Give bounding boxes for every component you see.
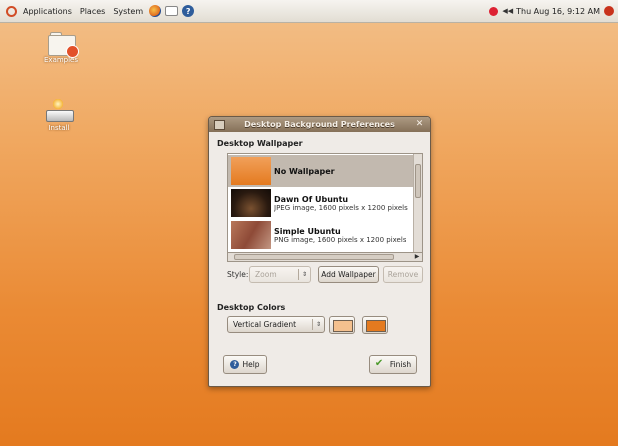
list-item[interactable]: Simple Ubuntu PNG image, 1600 pixels x 1… <box>228 219 414 251</box>
list-item[interactable]: Dawn Of Ubuntu JPEG image, 1600 pixels x… <box>228 187 414 219</box>
primary-color-swatch <box>333 320 353 332</box>
applications-menu[interactable]: Applications <box>19 7 76 16</box>
wallpaper-thumbnail <box>231 157 271 185</box>
horizontal-scrollbar[interactable]: ▶ <box>227 253 423 262</box>
wallpaper-name: Dawn Of Ubuntu <box>274 194 349 204</box>
desktop-icon-install[interactable]: Install <box>46 98 74 132</box>
scroll-right-icon[interactable]: ▶ <box>413 253 421 261</box>
wallpaper-heading: Desktop Wallpaper <box>217 139 303 148</box>
drive-icon <box>46 98 74 122</box>
desktop-icon-examples[interactable]: Examples <box>44 32 79 64</box>
wallpaper-info: PNG image, 1600 pixels x 1200 pixels <box>274 235 407 244</box>
dialog-title: Desktop Background Preferences <box>244 120 395 129</box>
scrollbar-thumb[interactable] <box>234 254 394 260</box>
wallpaper-name: Simple Ubuntu <box>274 226 341 236</box>
help-button[interactable]: ? Help <box>223 355 267 374</box>
finish-label: Finish <box>389 360 412 369</box>
color-mode-value: Vertical Gradient <box>233 320 297 329</box>
wallpaper-list[interactable]: No Wallpaper Dawn Of Ubuntu JPEG image, … <box>227 153 423 253</box>
style-value: Zoom <box>255 270 277 279</box>
power-icon[interactable] <box>604 6 614 16</box>
wallpaper-name: No Wallpaper <box>274 166 335 176</box>
help-label: Help <box>242 360 260 369</box>
scrollbar-thumb[interactable] <box>415 164 421 198</box>
primary-color-button[interactable] <box>329 316 355 334</box>
help-launcher-icon[interactable]: ? <box>182 5 195 17</box>
remove-label: Remove <box>387 270 419 279</box>
close-icon[interactable]: ✕ <box>414 119 425 130</box>
ubuntu-logo-icon <box>6 5 17 17</box>
chevron-updown-icon: ⇕ <box>312 319 321 330</box>
wallpaper-info: JPEG image, 1600 pixels x 1200 pixels <box>274 203 408 212</box>
places-menu[interactable]: Places <box>76 7 109 16</box>
remove-button[interactable]: Remove <box>383 266 423 283</box>
add-wallpaper-button[interactable]: Add Wallpaper <box>318 266 379 283</box>
window-menu-icon[interactable] <box>214 119 225 130</box>
style-label: Style: <box>227 270 249 279</box>
wallpaper-thumbnail <box>231 189 271 217</box>
wallpaper-thumbnail <box>231 221 271 249</box>
firefox-icon[interactable] <box>149 5 162 17</box>
main-menu: Applications Places System ? <box>0 0 196 22</box>
network-icon[interactable]: ◀◀ <box>502 7 513 15</box>
list-item[interactable]: No Wallpaper <box>228 155 414 187</box>
secondary-color-button[interactable] <box>362 316 388 334</box>
chevron-updown-icon: ⇕ <box>298 269 307 280</box>
finish-button[interactable]: Finish <box>369 355 417 374</box>
dialog-titlebar[interactable]: Desktop Background Preferences ✕ <box>209 117 430 132</box>
background-preferences-dialog: Desktop Background Preferences ✕ Desktop… <box>208 116 431 387</box>
add-wallpaper-label: Add Wallpaper <box>321 270 376 279</box>
desktop-icon-label: Install <box>48 124 70 132</box>
color-mode-combo[interactable]: Vertical Gradient ⇕ <box>227 316 325 333</box>
mail-icon[interactable] <box>165 6 179 16</box>
system-menu[interactable]: System <box>109 7 147 16</box>
help-icon: ? <box>230 360 240 369</box>
vertical-scrollbar[interactable] <box>413 154 422 252</box>
style-combo[interactable]: Zoom ⇕ <box>249 266 311 283</box>
update-notifier-icon[interactable] <box>489 6 499 16</box>
folder-lock-icon <box>48 32 79 58</box>
clock[interactable]: Thu Aug 16, 9:12 AM <box>516 7 600 16</box>
colors-heading: Desktop Colors <box>217 303 286 312</box>
secondary-color-swatch <box>366 320 386 332</box>
top-panel: Applications Places System ? ◀◀ Thu Aug … <box>0 0 618 23</box>
system-tray: ◀◀ Thu Aug 16, 9:12 AM <box>489 6 618 16</box>
checkmark-icon <box>375 358 387 370</box>
